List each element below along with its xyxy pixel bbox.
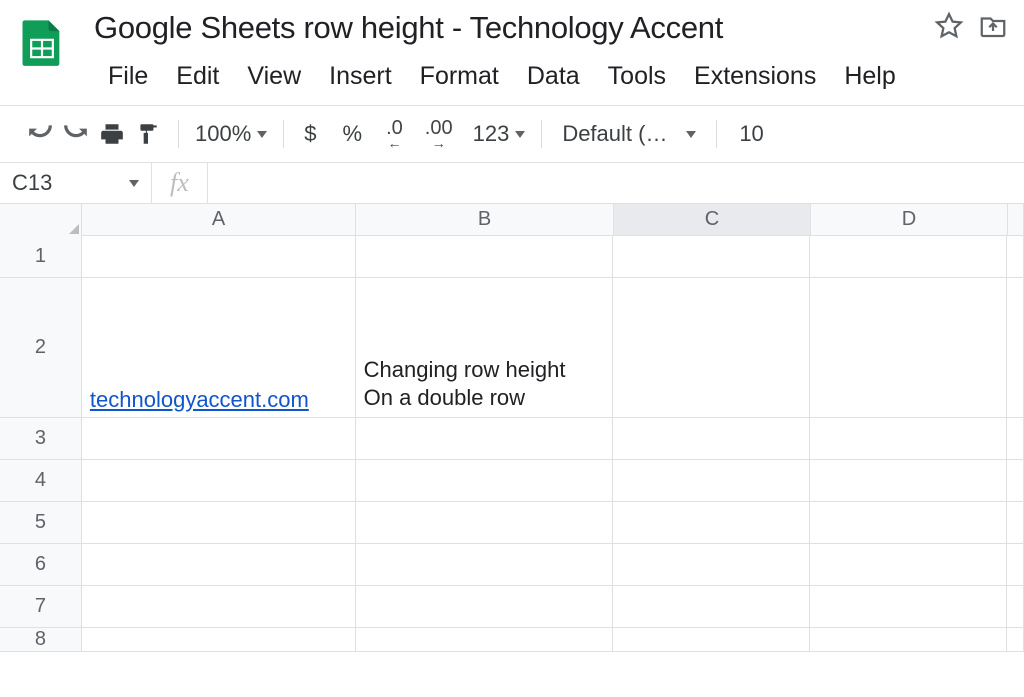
toolbar: 100% $ % .0← .00→ 123 Default (Ari... 10 bbox=[0, 106, 1024, 162]
cell-A5[interactable] bbox=[82, 502, 356, 543]
cell-E2[interactable] bbox=[1007, 278, 1024, 417]
cell-C4[interactable] bbox=[613, 460, 810, 501]
cell-C7[interactable] bbox=[613, 586, 810, 627]
zoom-label: 100% bbox=[195, 121, 251, 147]
star-icon[interactable] bbox=[934, 11, 964, 46]
name-box[interactable]: C13 bbox=[0, 163, 152, 203]
format-currency-button[interactable]: $ bbox=[296, 121, 324, 147]
cell-C2[interactable] bbox=[613, 278, 810, 417]
chevron-down-icon bbox=[257, 131, 267, 138]
cell-E4[interactable] bbox=[1007, 460, 1024, 501]
cell-E3[interactable] bbox=[1007, 418, 1024, 459]
menu-help[interactable]: Help bbox=[830, 56, 909, 97]
column-header-C[interactable]: C bbox=[614, 204, 811, 235]
increase-decimal-button[interactable]: .00→ bbox=[419, 116, 459, 152]
move-icon[interactable] bbox=[978, 11, 1008, 46]
cell-C5[interactable] bbox=[613, 502, 810, 543]
cell-B1[interactable] bbox=[356, 236, 614, 277]
cell-D2[interactable] bbox=[810, 278, 1007, 417]
column-header-E[interactable] bbox=[1008, 204, 1024, 235]
cell-B5[interactable] bbox=[356, 502, 614, 543]
row-header-5[interactable]: 5 bbox=[0, 502, 82, 543]
cell-A7[interactable] bbox=[82, 586, 356, 627]
cell-C6[interactable] bbox=[613, 544, 810, 585]
column-header-B[interactable]: B bbox=[356, 204, 614, 235]
cell-B6[interactable] bbox=[356, 544, 614, 585]
font-select[interactable]: Default (Ari... bbox=[554, 121, 704, 147]
cell-B8[interactable] bbox=[356, 628, 614, 651]
cell-D4[interactable] bbox=[810, 460, 1007, 501]
menu-tools[interactable]: Tools bbox=[594, 56, 680, 97]
cell-B4[interactable] bbox=[356, 460, 614, 501]
cell-B3[interactable] bbox=[356, 418, 614, 459]
row-header-4[interactable]: 4 bbox=[0, 460, 82, 501]
formula-input[interactable] bbox=[207, 163, 1024, 203]
menu-data[interactable]: Data bbox=[513, 56, 594, 97]
number-format-label: 123 bbox=[473, 121, 510, 147]
row-header-2[interactable]: 2 bbox=[0, 278, 82, 417]
menu-edit[interactable]: Edit bbox=[162, 56, 233, 97]
cell-D5[interactable] bbox=[810, 502, 1007, 543]
menu-format[interactable]: Format bbox=[406, 56, 513, 97]
select-all-corner[interactable] bbox=[0, 204, 82, 236]
cell-C1[interactable] bbox=[613, 236, 810, 277]
row-header-1[interactable]: 1 bbox=[0, 236, 82, 277]
cell-E7[interactable] bbox=[1007, 586, 1024, 627]
spreadsheet-grid: A B C D 1 2 technologyaccent.com Changin… bbox=[0, 204, 1024, 652]
cell-A6[interactable] bbox=[82, 544, 356, 585]
cell-A1[interactable] bbox=[82, 236, 356, 277]
row-header-6[interactable]: 6 bbox=[0, 544, 82, 585]
font-size-input[interactable]: 10 bbox=[729, 121, 773, 147]
cell-A8[interactable] bbox=[82, 628, 356, 651]
cell-D1[interactable] bbox=[810, 236, 1007, 277]
number-format-select[interactable]: 123 bbox=[469, 121, 530, 147]
redo-button[interactable] bbox=[58, 116, 94, 152]
cell-B7[interactable] bbox=[356, 586, 614, 627]
cell-D6[interactable] bbox=[810, 544, 1007, 585]
row-header-8[interactable]: 8 bbox=[0, 628, 82, 651]
menu-extensions[interactable]: Extensions bbox=[680, 56, 830, 97]
zoom-select[interactable]: 100% bbox=[191, 121, 271, 147]
row-header-3[interactable]: 3 bbox=[0, 418, 82, 459]
cell-E1[interactable] bbox=[1007, 236, 1024, 277]
name-box-value: C13 bbox=[12, 170, 52, 196]
paint-format-button[interactable] bbox=[130, 116, 166, 152]
row-header-7[interactable]: 7 bbox=[0, 586, 82, 627]
fx-icon: fx bbox=[152, 168, 207, 198]
cell-E5[interactable] bbox=[1007, 502, 1024, 543]
cell-E6[interactable] bbox=[1007, 544, 1024, 585]
sheets-logo-icon[interactable] bbox=[16, 16, 68, 68]
decrease-decimal-button[interactable]: .0← bbox=[380, 116, 409, 152]
chevron-down-icon bbox=[515, 131, 525, 138]
menu-file[interactable]: File bbox=[94, 56, 162, 97]
column-header-A[interactable]: A bbox=[82, 204, 356, 235]
cell-B2[interactable]: Changing row height On a double row bbox=[356, 278, 614, 417]
document-title[interactable]: Google Sheets row height - Technology Ac… bbox=[94, 10, 723, 46]
chevron-down-icon bbox=[129, 180, 139, 187]
cell-A3[interactable] bbox=[82, 418, 356, 459]
cell-C8[interactable] bbox=[613, 628, 810, 651]
print-button[interactable] bbox=[94, 116, 130, 152]
cell-A4[interactable] bbox=[82, 460, 356, 501]
format-percent-button[interactable]: % bbox=[335, 121, 371, 147]
chevron-down-icon bbox=[686, 131, 696, 138]
cell-D3[interactable] bbox=[810, 418, 1007, 459]
cell-E8[interactable] bbox=[1007, 628, 1024, 651]
font-label: Default (Ari... bbox=[562, 121, 676, 147]
cell-C3[interactable] bbox=[613, 418, 810, 459]
menu-bar: File Edit View Insert Format Data Tools … bbox=[94, 56, 1008, 97]
menu-insert[interactable]: Insert bbox=[315, 56, 406, 97]
cell-D7[interactable] bbox=[810, 586, 1007, 627]
cell-A2[interactable]: technologyaccent.com bbox=[82, 278, 356, 417]
cell-D8[interactable] bbox=[810, 628, 1007, 651]
undo-button[interactable] bbox=[22, 116, 58, 152]
menu-view[interactable]: View bbox=[233, 56, 315, 97]
column-header-D[interactable]: D bbox=[811, 204, 1008, 235]
